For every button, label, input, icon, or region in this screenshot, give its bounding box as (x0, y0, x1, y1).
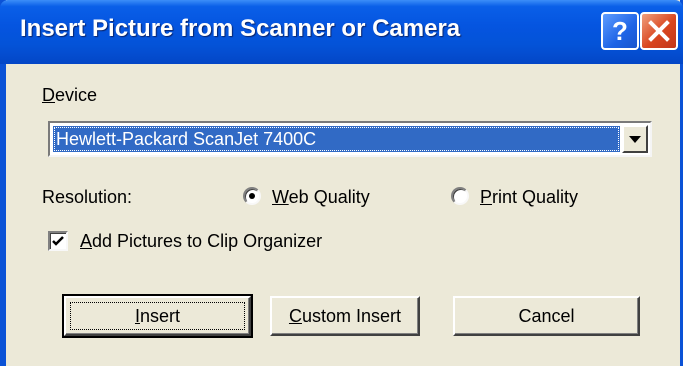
custom-insert-button[interactable]: Custom Insert (270, 296, 420, 336)
web-quality-label[interactable]: Web Quality (272, 187, 370, 208)
close-icon (648, 20, 670, 42)
window-title: Insert Picture from Scanner or Camera (20, 15, 461, 42)
device-selected-value: Hewlett-Packard ScanJet 7400C (53, 126, 620, 152)
checkmark-icon (52, 236, 64, 246)
cancel-button-label: Cancel (518, 305, 575, 326)
help-icon: ? (612, 15, 628, 46)
cancel-button[interactable]: Cancel (453, 296, 640, 336)
resolution-label: Resolution: (42, 187, 133, 207)
chevron-down-icon (629, 135, 641, 143)
device-label: Device (42, 85, 98, 105)
focus-rectangle (70, 302, 245, 330)
dropdown-arrow-button[interactable] (622, 125, 648, 153)
close-button[interactable] (640, 12, 678, 50)
title-bar[interactable]: Insert Picture from Scanner or Camera ? (0, 0, 683, 64)
dialog-window: Insert Picture from Scanner or Camera ? … (0, 0, 683, 366)
radio-selected-dot (249, 193, 255, 199)
custom-insert-button-label: Custom Insert (288, 305, 402, 326)
print-quality-label[interactable]: Print Quality (480, 187, 578, 208)
print-quality-radio[interactable] (451, 187, 469, 205)
add-to-clip-organizer-label[interactable]: Add Pictures to Clip Organizer (80, 231, 322, 252)
insert-button[interactable]: Insert (62, 294, 253, 338)
web-quality-radio[interactable] (243, 187, 261, 205)
device-dropdown[interactable]: Hewlett-Packard ScanJet 7400C (48, 121, 652, 157)
add-to-clip-organizer-checkbox[interactable] (48, 231, 68, 251)
help-button[interactable]: ? (601, 12, 639, 50)
